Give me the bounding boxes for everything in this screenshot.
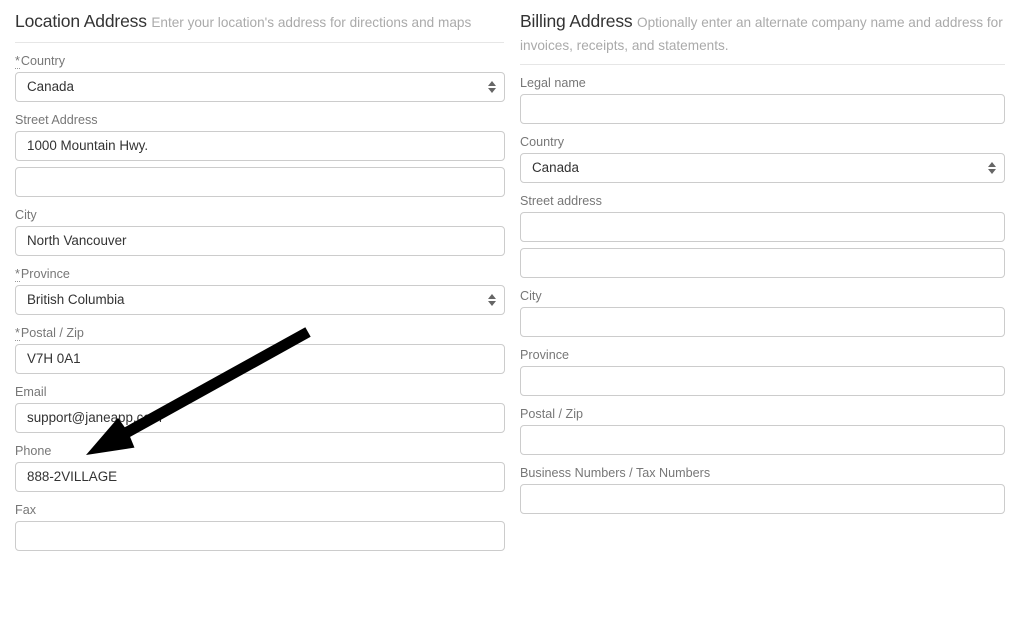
postal-zip-label: *Postal / Zip — [15, 325, 505, 341]
location-address-header: Location Address Enter your location's a… — [15, 0, 504, 43]
field-street-address: Street Address — [15, 113, 505, 161]
province-label: *Province — [15, 266, 505, 282]
required-marker: * — [15, 325, 20, 341]
postal-zip-input[interactable] — [15, 343, 505, 374]
field-billing-province: Province — [520, 348, 1005, 397]
business-numbers-input[interactable] — [520, 484, 1005, 515]
field-street-address-2 — [15, 166, 505, 197]
billing-postal-zip-label: Postal / Zip — [520, 407, 583, 422]
location-address-hint: Enter your location's address for direct… — [151, 15, 472, 30]
business-numbers-label: Business Numbers / Tax Numbers — [520, 466, 711, 481]
required-marker: * — [15, 266, 20, 282]
billing-country-label: Country — [520, 135, 565, 150]
legal-name-input[interactable] — [520, 94, 1005, 125]
postal-zip-label-text: Postal / Zip — [20, 325, 84, 340]
field-billing-street-address-2 — [520, 248, 1005, 279]
location-address-title: Location Address — [15, 11, 147, 31]
billing-street-address-2-input[interactable] — [520, 248, 1005, 279]
field-postal-zip: *Postal / Zip — [15, 325, 505, 374]
field-billing-country: Country Canada — [520, 135, 1005, 184]
legal-name-label: Legal name — [520, 76, 586, 91]
street-address-label: Street Address — [15, 112, 98, 127]
field-province: *Province British Columbia — [15, 266, 505, 315]
billing-country-select-wrap: Canada — [520, 153, 1005, 184]
billing-postal-zip-input[interactable] — [520, 425, 1005, 456]
street-address-input[interactable] — [15, 130, 505, 161]
location-address-column: Location Address Enter your location's a… — [0, 0, 505, 551]
phone-label: Phone — [15, 443, 52, 458]
required-marker: * — [15, 53, 20, 69]
field-phone: Phone — [15, 444, 505, 492]
settings-address-page: Location Address Enter your location's a… — [0, 0, 1021, 620]
billing-city-label: City — [520, 289, 542, 304]
street-address-2-input[interactable] — [15, 166, 505, 197]
billing-address-column: Billing Address Optionally enter an alte… — [505, 0, 1021, 515]
city-input[interactable] — [15, 225, 505, 256]
billing-street-address-label: Street address — [520, 194, 602, 209]
billing-street-address-input[interactable] — [520, 212, 1005, 243]
billing-address-title: Billing Address — [520, 11, 633, 31]
billing-country-select[interactable]: Canada — [520, 153, 1005, 184]
field-billing-postal-zip: Postal / Zip — [520, 407, 1005, 456]
province-select[interactable]: British Columbia — [15, 284, 505, 315]
billing-province-input[interactable] — [520, 366, 1005, 397]
fax-label: Fax — [15, 502, 36, 517]
country-select[interactable]: Canada — [15, 71, 505, 102]
two-column-layout: Location Address Enter your location's a… — [0, 0, 1021, 551]
field-business-numbers: Business Numbers / Tax Numbers — [520, 466, 1005, 515]
phone-input[interactable] — [15, 461, 505, 492]
fax-input[interactable] — [15, 520, 505, 551]
billing-province-label: Province — [520, 348, 569, 363]
city-label: City — [15, 207, 37, 222]
email-input[interactable] — [15, 402, 505, 433]
country-select-wrap: Canada — [15, 71, 505, 102]
field-billing-city: City — [520, 289, 1005, 338]
province-select-wrap: British Columbia — [15, 284, 505, 315]
country-label-text: Country — [20, 53, 66, 68]
field-email: Email — [15, 385, 505, 433]
billing-address-header: Billing Address Optionally enter an alte… — [520, 0, 1005, 66]
country-label: *Country — [15, 53, 505, 69]
email-label: Email — [15, 384, 47, 399]
field-fax: Fax — [15, 503, 505, 551]
field-city: City — [15, 208, 505, 256]
field-country: *Country Canada — [15, 53, 505, 102]
field-legal-name: Legal name — [520, 76, 1005, 125]
billing-city-input[interactable] — [520, 307, 1005, 338]
field-billing-street-address: Street address — [520, 194, 1005, 243]
province-label-text: Province — [20, 266, 70, 281]
